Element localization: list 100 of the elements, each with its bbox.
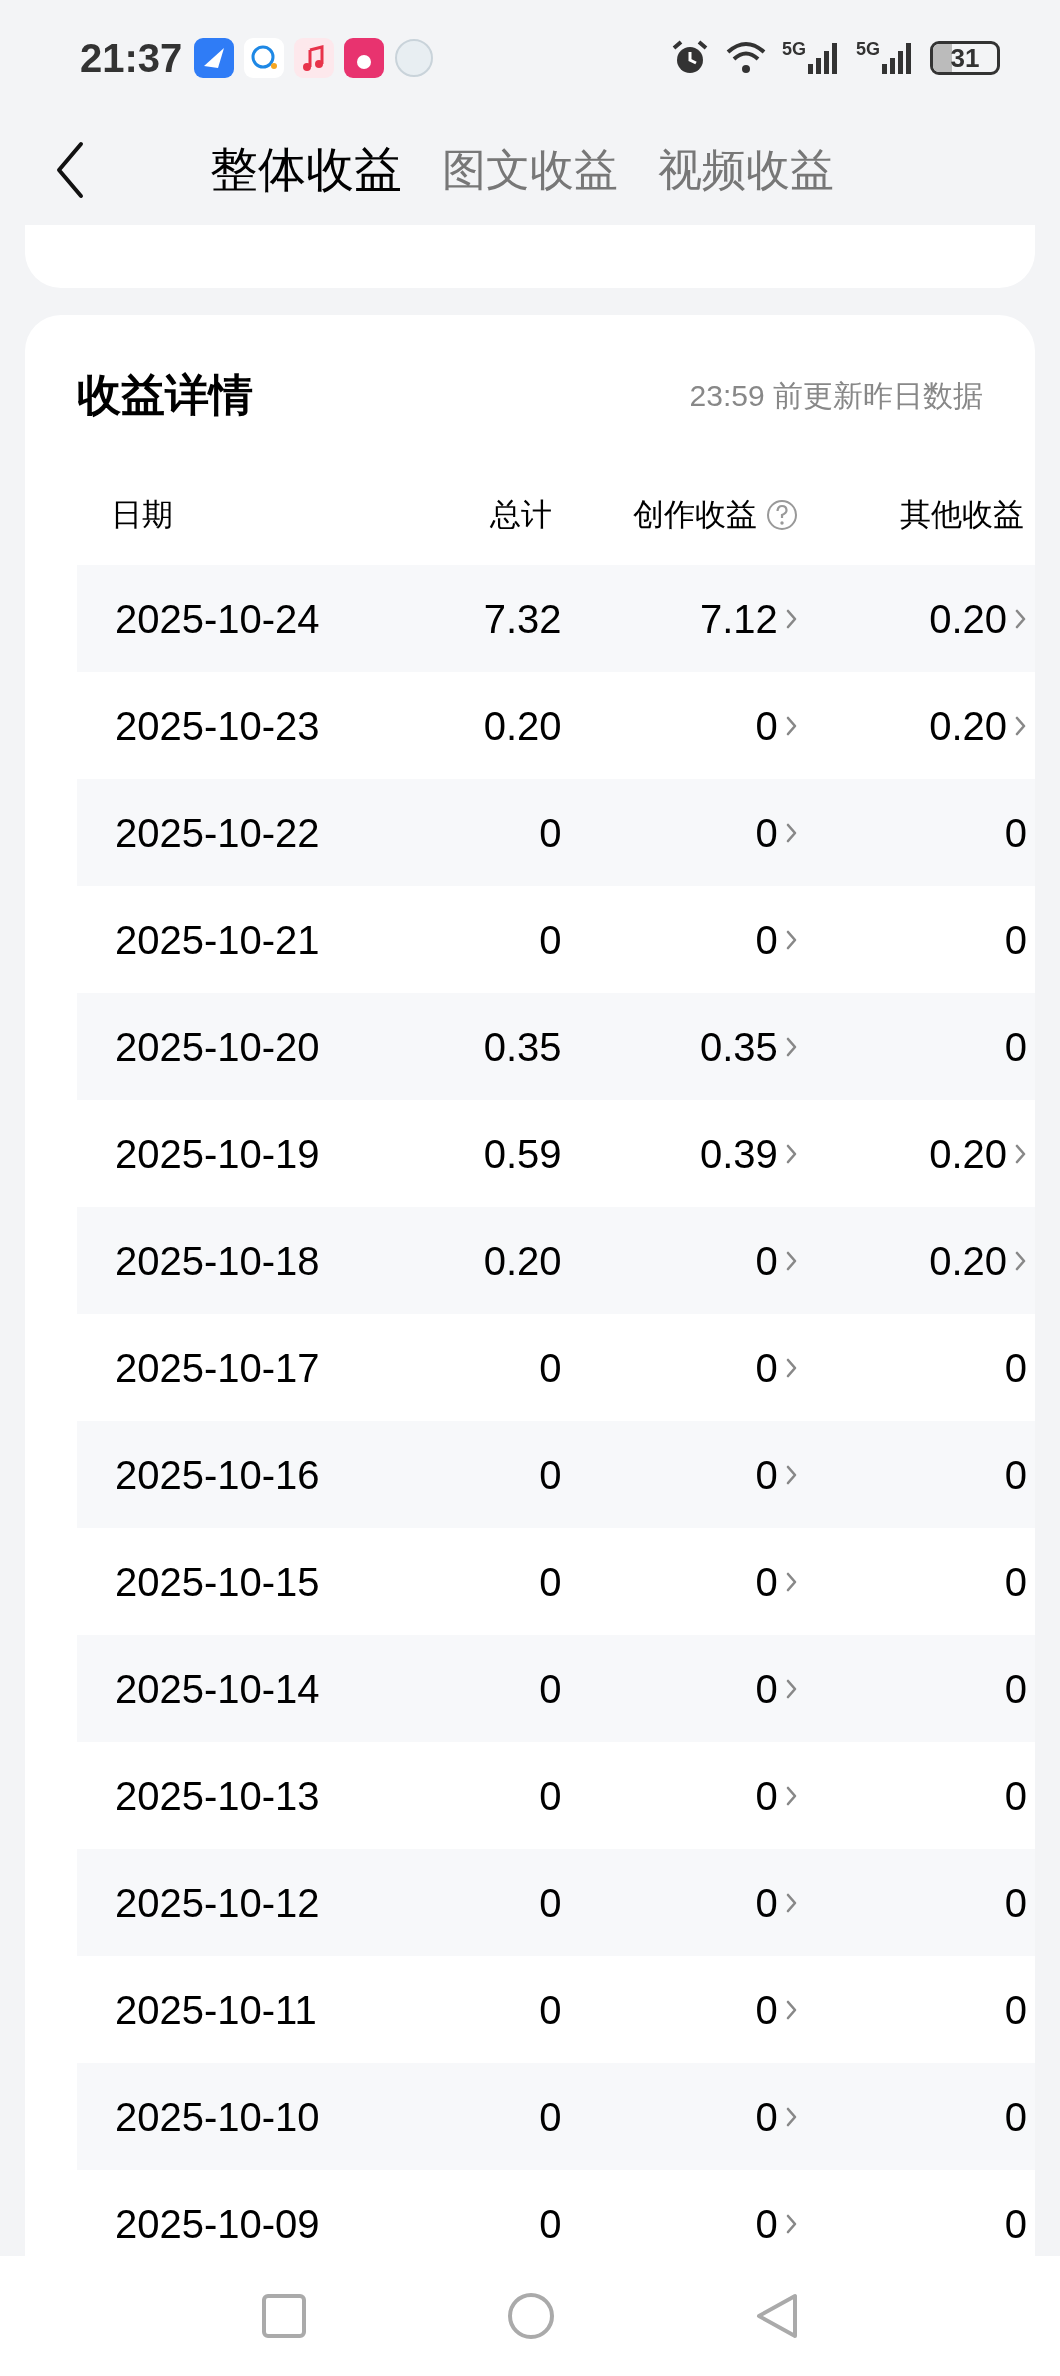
total-cell-text: 0	[538, 2200, 562, 2248]
column-header: 日期	[110, 495, 174, 534]
home-icon[interactable]	[507, 2292, 555, 2340]
creation-income-cell[interactable]: 0	[755, 1230, 778, 1291]
total-cell-text: 0.35	[482, 1023, 562, 1071]
other-income-cell-text: 0	[1004, 2093, 1027, 2141]
chevron-right-icon	[785, 714, 798, 737]
creation-income-cell[interactable]: 0	[755, 1765, 778, 1826]
total-cell-text: 0	[538, 1879, 562, 1927]
chevron-right-icon	[785, 607, 798, 630]
chevron-right-icon	[785, 1891, 798, 1914]
back-icon	[55, 140, 85, 200]
date-cell-text: 2025-10-22	[114, 809, 321, 857]
date-cell-text: 2025-10-23	[114, 702, 321, 750]
chevron-right-icon	[1015, 1142, 1027, 1165]
other-income-cell-text: 0	[1004, 1451, 1027, 1499]
other-income-link[interactable]: 0.20	[929, 695, 1027, 756]
creation-income-cell[interactable]: 7.12	[699, 588, 778, 649]
tab[interactable]: 视频收益	[658, 137, 834, 203]
chevron-right-icon	[785, 1142, 798, 1165]
other-income-cell-text: 0	[1004, 809, 1027, 857]
chevron-right-icon	[785, 1035, 798, 1058]
other-income-cell-text: 0	[1004, 2200, 1027, 2248]
creation-income-cell[interactable]: 0	[755, 909, 778, 970]
chevron-right-icon	[785, 1998, 798, 2021]
recent-apps-icon[interactable]	[261, 2293, 307, 2339]
chevron-right-icon	[785, 1356, 798, 1379]
total-cell-text: 0	[538, 1665, 562, 1713]
date-cell-text: 2025-10-19	[114, 1130, 321, 1178]
date-cell-text: 2025-10-24	[114, 595, 321, 643]
tab[interactable]: 整体收益	[210, 134, 402, 206]
other-income-link[interactable]: 0.20	[929, 1123, 1027, 1184]
date-cell-text: 2025-10-17	[114, 1344, 321, 1392]
creation-income-cell[interactable]: 0	[755, 1872, 778, 1933]
total-cell-text: 0	[538, 1772, 562, 1820]
total-cell-text: 0	[538, 1451, 562, 1499]
network-type-label: 5G	[856, 39, 880, 58]
date-cell-text: 2025-10-09	[114, 2200, 321, 2248]
chevron-right-icon	[1015, 714, 1027, 737]
chevron-right-icon	[785, 2212, 798, 2235]
back-nav-icon[interactable]	[755, 2292, 799, 2340]
chevron-right-icon	[785, 928, 798, 951]
creation-income-cell[interactable]: 0	[755, 1979, 778, 2040]
total-cell-text: 7.32	[482, 595, 562, 643]
date-cell-text: 2025-10-21	[114, 916, 321, 964]
chevron-right-icon	[1015, 607, 1027, 630]
total-cell-text: 0	[538, 1558, 562, 1606]
date-cell-text: 2025-10-20	[114, 1023, 321, 1071]
chevron-right-icon	[785, 1570, 798, 1593]
other-income-cell-text: 0	[1004, 916, 1027, 964]
total-cell-text: 0.20	[482, 1237, 562, 1285]
total-cell-text: 0	[538, 1344, 562, 1392]
creation-income-cell[interactable]: 0.35	[699, 1016, 778, 1077]
date-cell-text: 2025-10-16	[114, 1451, 321, 1499]
column-header: 其他收益	[899, 495, 1024, 534]
total-cell-text: 0	[538, 1986, 562, 2034]
date-cell-text: 2025-10-10	[114, 2093, 321, 2141]
chevron-right-icon	[785, 1784, 798, 1807]
music-app-icon	[294, 37, 335, 78]
creation-income-cell[interactable]: 0	[755, 1337, 778, 1398]
creation-income-cell[interactable]: 0	[755, 802, 778, 863]
other-income-link[interactable]: 0.20	[929, 1230, 1027, 1291]
section-title: 收益详情	[77, 369, 253, 421]
creation-income-cell[interactable]: 0	[755, 2193, 778, 2254]
network-type-label: 5G	[781, 39, 806, 58]
date-cell-text: 2025-10-11	[114, 1986, 318, 2034]
total-cell-text: 0	[538, 2093, 562, 2141]
other-income-cell-text: 0	[1004, 1558, 1027, 1606]
chat-app-icon	[244, 37, 285, 78]
creation-income-cell[interactable]: 0	[755, 695, 778, 756]
other-income-cell-text: 0	[1004, 1986, 1027, 2034]
battery-percent: 31	[950, 44, 980, 71]
chevron-right-icon	[1015, 1249, 1027, 1272]
other-income-cell-text: 0	[1004, 1772, 1027, 1820]
battery-fill	[933, 43, 953, 72]
date-cell-text: 2025-10-12	[114, 1879, 321, 1927]
other-income-cell-text: 0	[1004, 1879, 1027, 1927]
help-icon[interactable]	[765, 498, 799, 532]
creation-income-cell[interactable]: 0.39	[699, 1123, 778, 1184]
date-cell-text: 2025-10-14	[114, 1665, 321, 1713]
feather-app-icon	[194, 37, 235, 78]
creation-income-cell[interactable]: 0	[755, 1551, 778, 1612]
creation-income-cell[interactable]: 0	[755, 1658, 778, 1719]
total-cell-text: 0	[538, 916, 562, 964]
chevron-right-icon	[785, 1463, 798, 1486]
other-income-link[interactable]: 0.20	[929, 588, 1027, 649]
clock-time: 21:37	[80, 34, 183, 82]
column-header: 创作收益	[633, 495, 757, 534]
tab[interactable]: 图文收益	[442, 137, 618, 203]
bubble-icon	[394, 37, 435, 78]
update-note: 23:59 前更新昨日数据	[689, 377, 983, 414]
column-header: 总计	[489, 495, 552, 534]
other-income-cell-text: 0	[1004, 1665, 1027, 1713]
creation-income-cell[interactable]: 0	[755, 1444, 778, 1505]
total-cell-text: 0	[538, 809, 562, 857]
creation-income-cell[interactable]: 0	[755, 2086, 778, 2147]
total-cell-text: 0.20	[482, 702, 562, 750]
chevron-right-icon	[785, 1249, 798, 1272]
chevron-right-icon	[785, 1677, 798, 1700]
other-income-cell-text: 0	[1004, 1023, 1027, 1071]
